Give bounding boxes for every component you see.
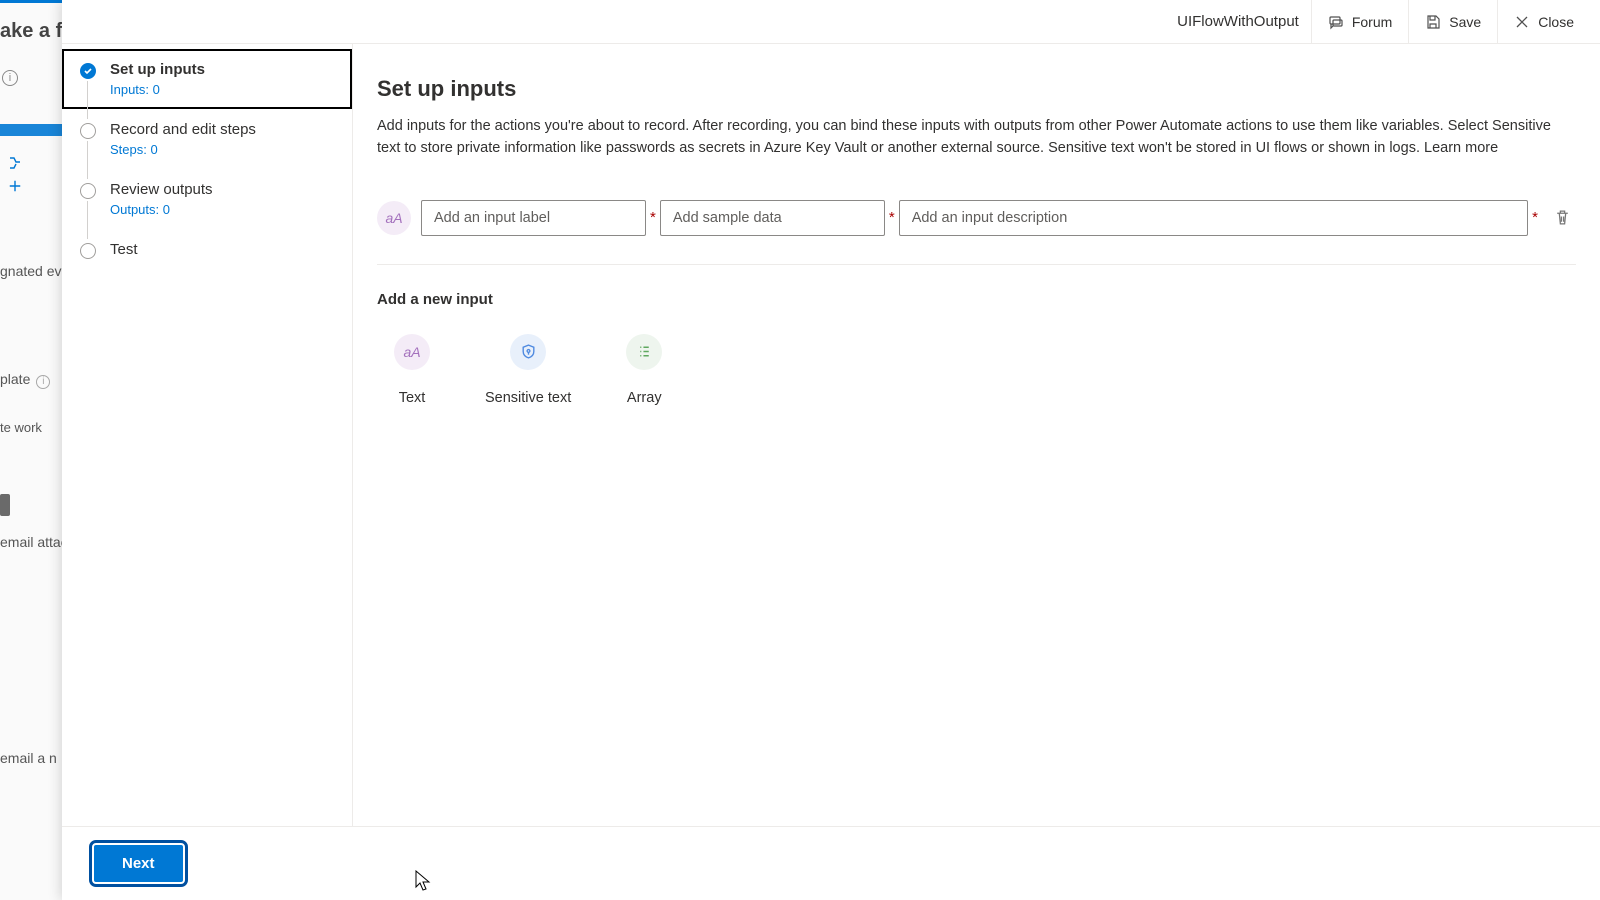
save-icon [1425, 14, 1441, 30]
step-indicator [80, 183, 96, 199]
bg-text-fragment: email attac [0, 534, 68, 550]
branch-icon [7, 155, 23, 171]
required-indicator: * [650, 209, 656, 226]
close-icon [1514, 14, 1530, 30]
required-indicator: * [889, 209, 895, 226]
wizard-step-test[interactable]: Test [62, 229, 352, 271]
bg-heading-fragment: ake a fl [0, 20, 68, 43]
forum-button[interactable]: Forum [1311, 0, 1408, 44]
ui-flow-dialog: UIFlowWithOutput Forum Save Close Set up… [62, 0, 1600, 900]
step-indicator [80, 243, 96, 259]
input-type-options: aA Text Sensitive text Array [377, 328, 1576, 412]
delete-input-button[interactable] [1548, 204, 1576, 232]
check-icon [83, 66, 93, 76]
input-label-field[interactable] [421, 200, 646, 236]
array-icon [626, 334, 662, 370]
bg-accent-stripe [0, 124, 62, 136]
step-sublabel: Steps: 0 [110, 142, 256, 157]
learn-more-link[interactable]: Learn more [1424, 140, 1498, 156]
type-label: Sensitive text [485, 390, 571, 406]
wizard-nav: Set up inputs Inputs: 0 Record and edit … [62, 44, 352, 826]
bg-sidebar-icons [0, 155, 30, 193]
step-label: Set up inputs [110, 61, 205, 78]
add-new-input-heading: Add a new input [377, 291, 1576, 308]
step-label: Review outputs [110, 181, 213, 198]
next-button[interactable]: Next [94, 845, 183, 882]
forum-icon [1328, 14, 1344, 30]
add-sensitive-text-input[interactable]: Sensitive text [475, 328, 581, 412]
bg-text-fragment: te work [0, 420, 42, 435]
dialog-header: UIFlowWithOutput Forum Save Close [62, 0, 1600, 44]
close-button[interactable]: Close [1497, 0, 1590, 44]
type-label: Array [627, 390, 662, 406]
step-sublabel: Inputs: 0 [110, 82, 205, 97]
add-text-input[interactable]: aA Text [377, 328, 447, 412]
text-type-badge: aA [377, 201, 411, 235]
step-indicator [80, 123, 96, 139]
bg-text-fragment: email a n [0, 750, 57, 766]
flow-name: UIFlowWithOutput [1177, 13, 1299, 30]
wizard-step-record-and-edit[interactable]: Record and edit steps Steps: 0 [62, 109, 352, 169]
main-panel: Set up inputs Add inputs for the actions… [352, 44, 1600, 826]
step-label: Test [110, 241, 138, 258]
input-description-field[interactable] [899, 200, 1528, 236]
bg-text-fragment: platei [0, 371, 50, 389]
sample-data-field[interactable] [660, 200, 885, 236]
text-icon: aA [394, 334, 430, 370]
panel-title: Set up inputs [377, 76, 1576, 102]
input-definition-row: aA * * * [377, 200, 1576, 265]
trash-icon [1554, 209, 1571, 226]
wizard-step-review-outputs[interactable]: Review outputs Outputs: 0 [62, 169, 352, 229]
step-label: Record and edit steps [110, 121, 256, 138]
dialog-footer: Next [62, 826, 1600, 900]
save-button[interactable]: Save [1408, 0, 1497, 44]
step-sublabel: Outputs: 0 [110, 202, 213, 217]
panel-description: Add inputs for the actions you're about … [377, 116, 1557, 160]
bg-chip [0, 494, 10, 516]
type-label: Text [399, 390, 426, 406]
sensitive-icon [510, 334, 546, 370]
plus-icon [8, 179, 22, 193]
wizard-step-set-up-inputs[interactable]: Set up inputs Inputs: 0 [62, 49, 352, 109]
step-indicator-complete [80, 63, 96, 79]
info-icon: i [2, 70, 18, 86]
required-indicator: * [1532, 209, 1538, 226]
add-array-input[interactable]: Array [609, 328, 679, 412]
dialog-body: Set up inputs Inputs: 0 Record and edit … [62, 44, 1600, 826]
